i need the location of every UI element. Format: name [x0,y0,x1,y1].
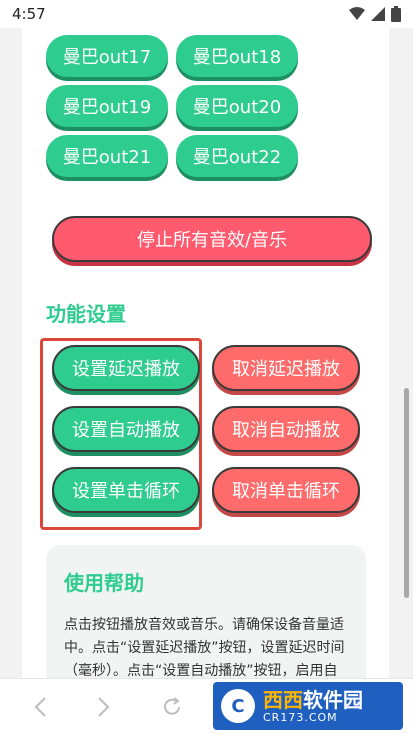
stop-all-button[interactable]: 停止所有音效/音乐 [52,216,372,262]
cancel-auto-play-button[interactable]: 取消自动播放 [212,406,360,452]
cancel-delay-play-label: 取消延迟播放 [232,359,340,380]
watermark-brand-top: 西西软件园 [263,688,363,712]
cancel-click-loop-label: 取消单击循环 [232,481,340,502]
main-card: 曼巴out17 曼巴out18 曼巴out19 曼巴out20 曼巴out21 … [22,28,389,678]
status-time: 4:57 [12,5,46,23]
wifi-icon [349,7,365,20]
set-click-loop-label: 设置单击循环 [72,481,180,502]
sound-button-label: 曼巴out18 [192,47,282,68]
set-auto-play-label: 设置自动播放 [72,420,180,441]
set-delay-play-button[interactable]: 设置延迟播放 [52,345,200,391]
sound-button-out17[interactable]: 曼巴out17 [46,35,168,77]
sound-button-out22[interactable]: 曼巴out22 [176,135,298,177]
chevron-left-icon [34,696,46,717]
scrollbar[interactable] [404,388,409,598]
content-viewport[interactable]: 曼巴out17 曼巴out18 曼巴out19 曼巴out20 曼巴out21 … [0,28,413,678]
section-title-settings: 功能设置 [46,302,126,326]
chevron-right-icon [98,696,110,717]
help-text: 点击按钮播放音效或音乐。请确保设备音量适中。点击“设置延迟播放”按钮，设置延迟时… [64,617,345,678]
sound-button-out20[interactable]: 曼巴out20 [176,85,298,127]
sound-button-label: 曼巴out22 [192,147,282,168]
watermark-brand-sub: CR173.COM [263,711,338,724]
back-button[interactable] [18,685,62,729]
status-icons [349,6,401,22]
status-bar: 4:57 [0,0,413,28]
set-delay-play-label: 设置延迟播放 [72,359,180,380]
sound-button-label: 曼巴out20 [192,97,282,118]
refresh-icon [164,696,180,715]
sound-button-out19[interactable]: 曼巴out19 [46,85,168,127]
set-auto-play-button[interactable]: 设置自动播放 [52,406,200,452]
battery-icon [391,6,401,22]
help-card: 使用帮助 点击按钮播放音效或音乐。请确保设备音量适中。点击“设置延迟播放”按钮，… [46,545,366,678]
signal-icon [371,7,385,21]
cancel-delay-play-button[interactable]: 取消延迟播放 [212,345,360,391]
sound-button-label: 曼巴out17 [62,47,152,68]
sound-button-label: 曼巴out19 [62,97,152,118]
sound-button-label: 曼巴out21 [62,147,152,168]
forward-button[interactable] [82,685,126,729]
sound-button-out18[interactable]: 曼巴out18 [176,35,298,77]
cancel-click-loop-button[interactable]: 取消单击循环 [212,467,360,513]
watermark-brand-b: 软件园 [303,688,363,712]
set-click-loop-button[interactable]: 设置单击循环 [52,467,200,513]
sound-button-out21[interactable]: 曼巴out21 [46,135,168,177]
stop-all-label: 停止所有音效/音乐 [136,230,288,251]
cancel-auto-play-label: 取消自动播放 [232,420,340,441]
refresh-button[interactable] [150,685,194,729]
site-watermark: C 西西软件园 CR173.COM [213,682,403,730]
help-title: 使用帮助 [64,571,144,595]
watermark-brand: 西西软件园 CR173.COM [263,688,363,724]
watermark-brand-a: 西西 [263,688,303,712]
watermark-logo-icon: C [221,689,255,723]
